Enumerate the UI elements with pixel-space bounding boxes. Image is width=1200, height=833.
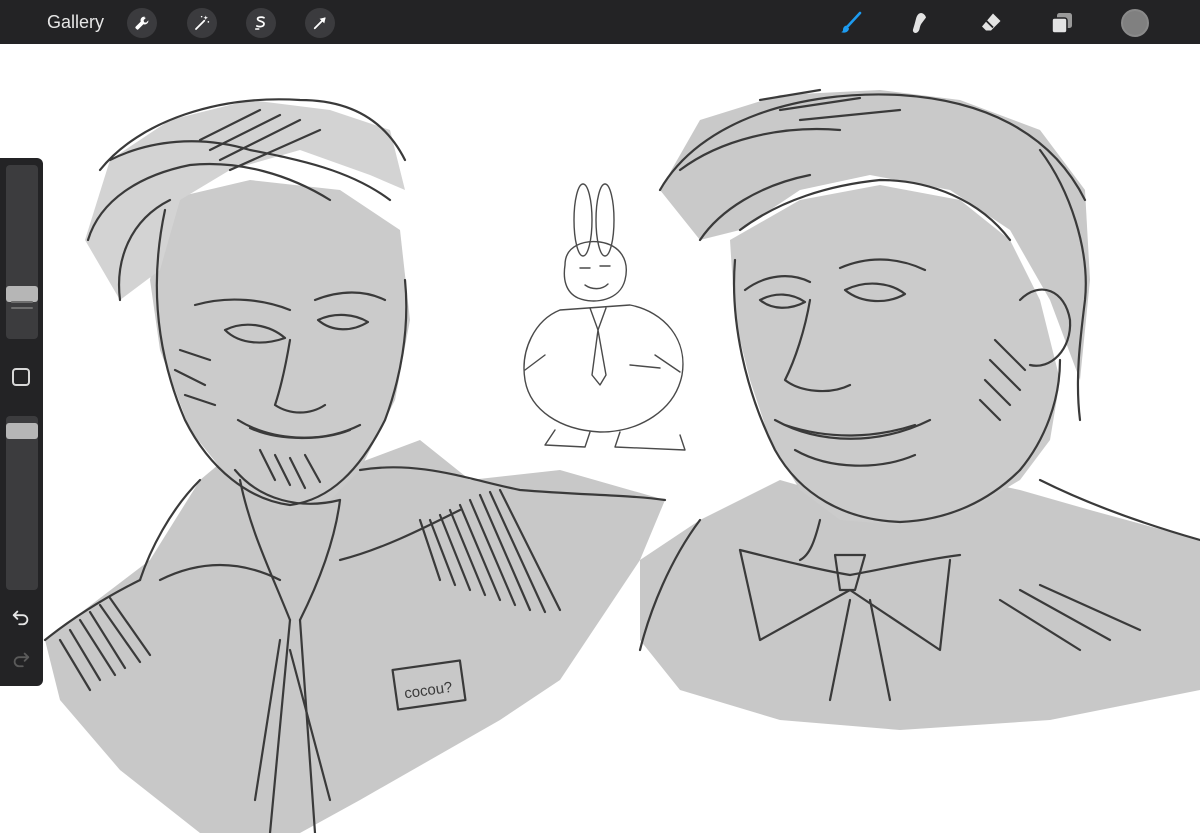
eraser-tool-button[interactable]	[974, 6, 1008, 40]
left-character-sketch: cocou?	[43, 98, 667, 833]
transform-arrow-icon	[313, 17, 326, 30]
eraser-icon	[982, 13, 1001, 31]
magic-wand-icon	[195, 15, 210, 30]
color-picker-button[interactable]	[1121, 9, 1149, 37]
sketch-artwork: cocou?	[43, 88, 1200, 833]
brush-tool-button[interactable]	[834, 6, 868, 40]
brush-icon	[841, 11, 862, 33]
transform-button[interactable]	[305, 8, 335, 38]
gallery-button[interactable]: Gallery	[47, 11, 104, 33]
wrench-icon	[135, 16, 149, 30]
smudge-icon	[912, 13, 926, 33]
selection-icon	[255, 16, 265, 30]
adjustments-button[interactable]	[187, 8, 217, 38]
bunny-doodle	[523, 183, 686, 451]
procreate-app: Gallery cocou?	[0, 0, 1200, 833]
left-torso-fill	[45, 430, 665, 833]
smudge-tool-button[interactable]	[903, 6, 937, 40]
drawing-canvas[interactable]: cocou?	[0, 44, 1200, 833]
layers-button[interactable]	[1045, 6, 1079, 40]
actions-wrench-button[interactable]	[127, 8, 157, 38]
top-toolbar: Gallery	[0, 0, 1200, 44]
layers-icon	[1051, 13, 1072, 34]
selection-button[interactable]	[246, 8, 276, 38]
right-character-sketch	[638, 88, 1200, 730]
